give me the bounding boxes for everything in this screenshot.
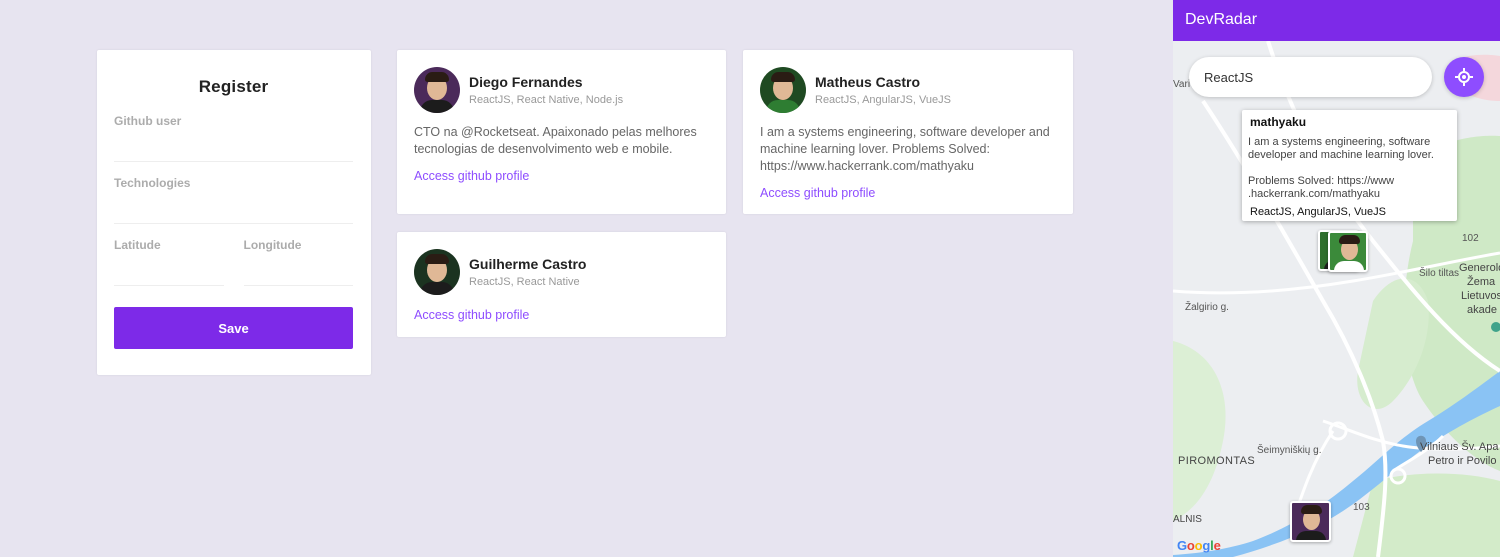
callout-techs: ReactJS, AngularJS, VueJS: [1250, 206, 1386, 218]
avatar: [414, 249, 460, 295]
latitude-input[interactable]: [114, 252, 224, 286]
dev-name: Matheus Castro: [815, 74, 921, 90]
github-user-field: Github user: [114, 114, 353, 162]
callout-bio: I am a systems engineering, software dev…: [1248, 136, 1434, 200]
map-label: Šeimyniškių g.: [1257, 445, 1322, 456]
map-label: 102: [1462, 233, 1479, 244]
register-title: Register: [198, 77, 269, 96]
map-label: Vari: [1173, 79, 1191, 90]
dev-name: Diego Fernandes: [469, 74, 583, 90]
locate-button[interactable]: [1444, 57, 1484, 97]
map-label: Vilniaus Šv. Apa: [1420, 441, 1499, 453]
google-logo: Google: [1177, 538, 1221, 553]
app-title: DevRadar: [1185, 11, 1258, 28]
github-user-label: Github user: [114, 114, 182, 128]
avatar: [760, 67, 806, 113]
dev-card: Diego Fernandes ReactJS, React Native, N…: [397, 50, 726, 214]
github-profile-link[interactable]: Access github profile: [414, 169, 709, 183]
map-label: ALNIS: [1173, 514, 1202, 525]
dev-bio: CTO na @Rocketseat. Apaixonado pelas mel…: [414, 125, 697, 156]
longitude-label: Longitude: [243, 238, 302, 252]
map-label: 103: [1353, 502, 1370, 513]
dev-techs: ReactJS, AngularJS, VueJS: [815, 94, 951, 106]
dev-map-marker[interactable]: [1290, 501, 1331, 542]
map-label: Lietuvos: [1461, 290, 1500, 302]
github-profile-link[interactable]: Access github profile: [414, 308, 709, 322]
latitude-field: Latitude: [114, 238, 224, 286]
map-label: Žema: [1467, 276, 1496, 288]
dev-bio: I am a systems engineering, software dev…: [760, 125, 1050, 173]
dev-card-header: Matheus Castro ReactJS, AngularJS, VueJS: [760, 67, 1056, 113]
mobile-app-panel: DevRadar Žalgirio g. Šeimyniškių g. PIRO…: [1173, 0, 1500, 557]
dev-card-header: Diego Fernandes ReactJS, React Native, N…: [414, 67, 709, 113]
tech-search-input[interactable]: [1189, 57, 1432, 97]
dev-map-marker[interactable]: [1328, 231, 1368, 272]
avatar: [414, 67, 460, 113]
map-label: Žalgirio g.: [1185, 302, 1229, 313]
dev-card-header: Guilherme Castro ReactJS, React Native: [414, 249, 709, 295]
map-label: Generolo: [1459, 262, 1500, 274]
dev-info: Diego Fernandes ReactJS, React Native, N…: [469, 74, 623, 106]
coordinates-row: Latitude Longitude: [114, 238, 353, 286]
latitude-label: Latitude: [114, 238, 161, 252]
app-header: DevRadar: [1173, 0, 1500, 41]
technologies-input[interactable]: [114, 190, 353, 224]
dev-callout: mathyaku I am a systems engineering, sof…: [1242, 110, 1457, 221]
crosshair-icon: [1455, 68, 1473, 86]
longitude-input[interactable]: [243, 252, 353, 286]
register-card: Register Github user Technologies Latitu…: [97, 50, 371, 375]
dev-card: Guilherme Castro ReactJS, React Native A…: [397, 232, 726, 337]
github-user-input[interactable]: [114, 128, 353, 162]
technologies-field: Technologies: [114, 176, 353, 224]
save-button[interactable]: Save: [114, 307, 353, 349]
dev-techs: ReactJS, React Native: [469, 276, 580, 288]
longitude-field: Longitude: [243, 238, 353, 286]
map-label: akade: [1467, 304, 1497, 316]
technologies-label: Technologies: [114, 176, 191, 190]
map-label: PIROMONTAS: [1178, 455, 1256, 467]
map-label: Šilo tiltas: [1419, 268, 1460, 279]
dev-techs: ReactJS, React Native, Node.js: [469, 94, 624, 106]
github-profile-link[interactable]: Access github profile: [760, 186, 1056, 200]
map-view[interactable]: Žalgirio g. Šeimyniškių g. PIROMONTAS Ši…: [1173, 41, 1500, 557]
map-label: Petro ir Povilo: [1428, 455, 1497, 467]
dev-info: Matheus Castro ReactJS, AngularJS, VueJS: [815, 74, 951, 106]
dev-name: Guilherme Castro: [469, 256, 587, 272]
dev-card: Matheus Castro ReactJS, AngularJS, VueJS…: [743, 50, 1073, 214]
dev-info: Guilherme Castro ReactJS, React Native: [469, 256, 586, 288]
callout-name: mathyaku: [1250, 115, 1307, 129]
